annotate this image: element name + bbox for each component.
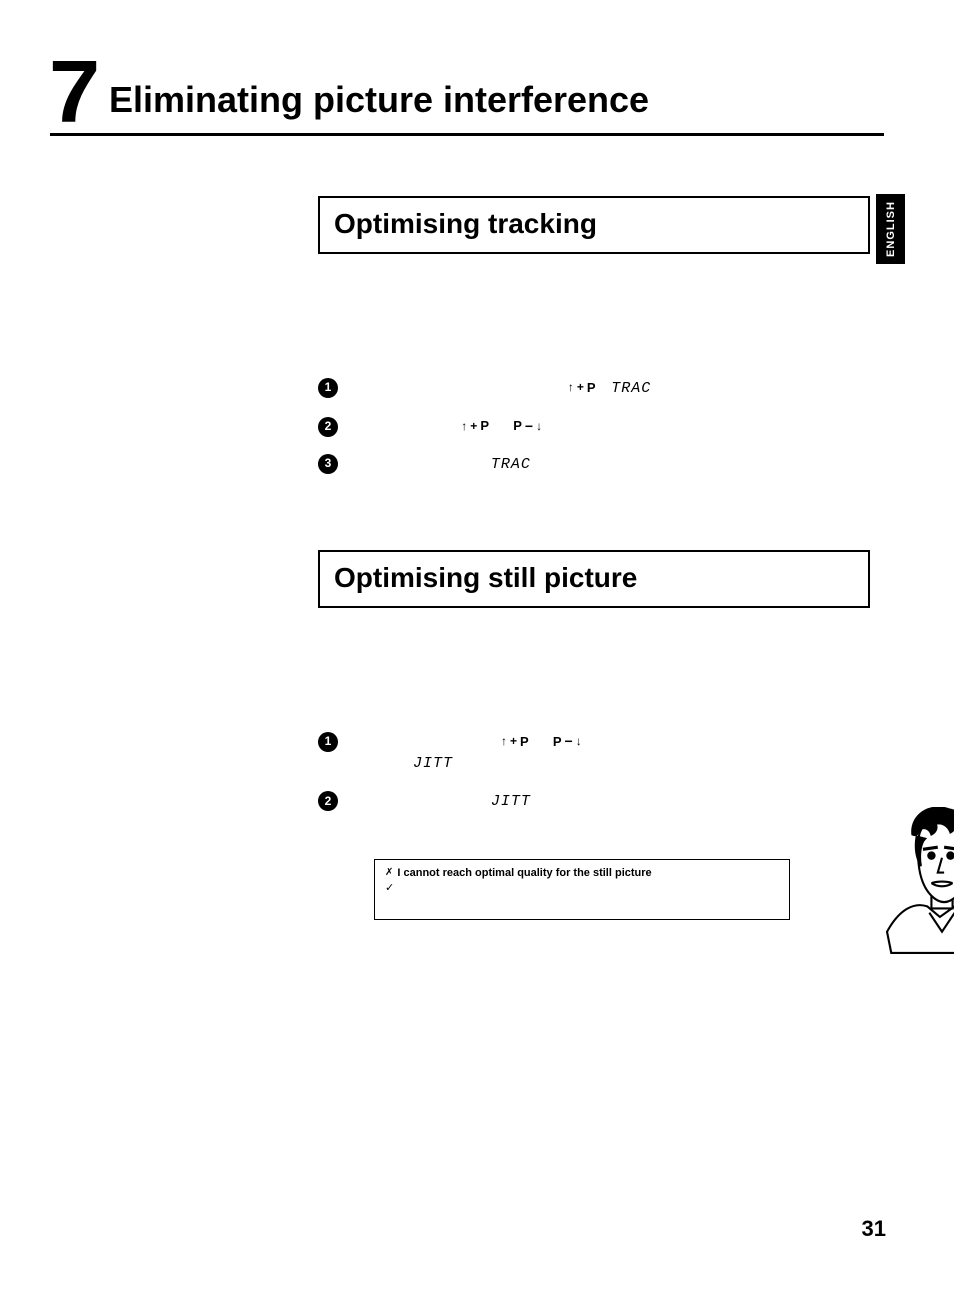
still-intro: If the still picture jitters vertically … <box>318 658 870 697</box>
step-text: Press and hold <box>362 418 459 434</box>
manual-page: 7 Eliminating picture interference ENGLI… <box>0 0 954 920</box>
button-up-plus-p-icon: +P <box>568 379 596 398</box>
step-text: is shown on the display. <box>459 754 607 770</box>
tip-region: ✗ I cannot reach optimal quality for the… <box>374 859 870 920</box>
step-text: After a few seconds <box>362 455 489 471</box>
step-text: is shown on the display. <box>657 379 805 395</box>
chapter-rule <box>50 133 884 136</box>
content-column: Optimising tracking The tracking feature… <box>318 196 870 920</box>
problem-mark-icon: ✗ <box>385 866 393 881</box>
language-tab-label: ENGLISH <box>885 201 897 257</box>
tracking-step-1: 1 During playback, press and hold +P . T… <box>318 377 870 400</box>
step-text: . <box>601 379 609 395</box>
page-number: 31 <box>862 1216 886 1242</box>
step-text: After a few seconds <box>362 792 489 808</box>
section-heading-still: Optimising still picture <box>318 550 870 608</box>
solution-mark-icon: ✓ <box>385 881 394 911</box>
step-bullet: 2 <box>318 791 338 811</box>
still-step-1: 1 For still picture, press +P or P− to s… <box>318 731 870 774</box>
tracking-step-3: 3 After a few seconds TRAC will disappea… <box>318 453 870 496</box>
step-text: until the stripes have disappeared. <box>548 418 761 434</box>
section-still: Optimising still picture If the still pi… <box>318 550 870 920</box>
tip-box: ✗ I cannot reach optimal quality for the… <box>374 859 790 920</box>
tracking-intro: The tracking feature is set to automatic… <box>318 304 870 343</box>
step-bullet: 1 <box>318 378 338 398</box>
display-jitt: JITT <box>491 793 531 810</box>
mascot-illustration <box>878 807 954 955</box>
display-trac: TRAC <box>491 456 531 473</box>
tracking-step-2: 2 Press and hold +P or P− until the stri… <box>318 416 870 437</box>
chapter-title: Eliminating picture interference <box>109 79 649 127</box>
step-bullet: 2 <box>318 417 338 437</box>
step-bullet: 3 <box>318 454 338 474</box>
still-step-2: 2 After a few seconds JITT will disappea… <box>318 790 870 813</box>
display-jitt: JITT <box>413 755 453 772</box>
tip-solution: Please note that the quality depends on … <box>398 881 779 911</box>
step-text: For still picture, press <box>362 733 499 749</box>
button-up-plus-p-icon: +P <box>461 417 489 436</box>
button-up-plus-p-icon: +P <box>501 733 529 752</box>
chapter-header: 7 Eliminating picture interference <box>50 58 884 127</box>
step-text: During playback, press and hold <box>362 379 566 395</box>
step-text: or <box>535 733 551 749</box>
button-p-minus-down-icon: P− <box>513 417 542 436</box>
language-tab: ENGLISH <box>876 194 905 264</box>
step-text: or <box>495 418 511 434</box>
display-trac: TRAC <box>611 380 651 397</box>
section-heading-tracking: Optimising tracking <box>318 196 870 254</box>
button-p-minus-down-icon: P− <box>553 733 582 752</box>
step-text: will disappear from the display. <box>537 792 727 808</box>
step-bullet: 1 <box>318 732 338 752</box>
chapter-number: 7 <box>49 58 96 127</box>
tip-problem: I cannot reach optimal quality for the s… <box>397 866 651 881</box>
